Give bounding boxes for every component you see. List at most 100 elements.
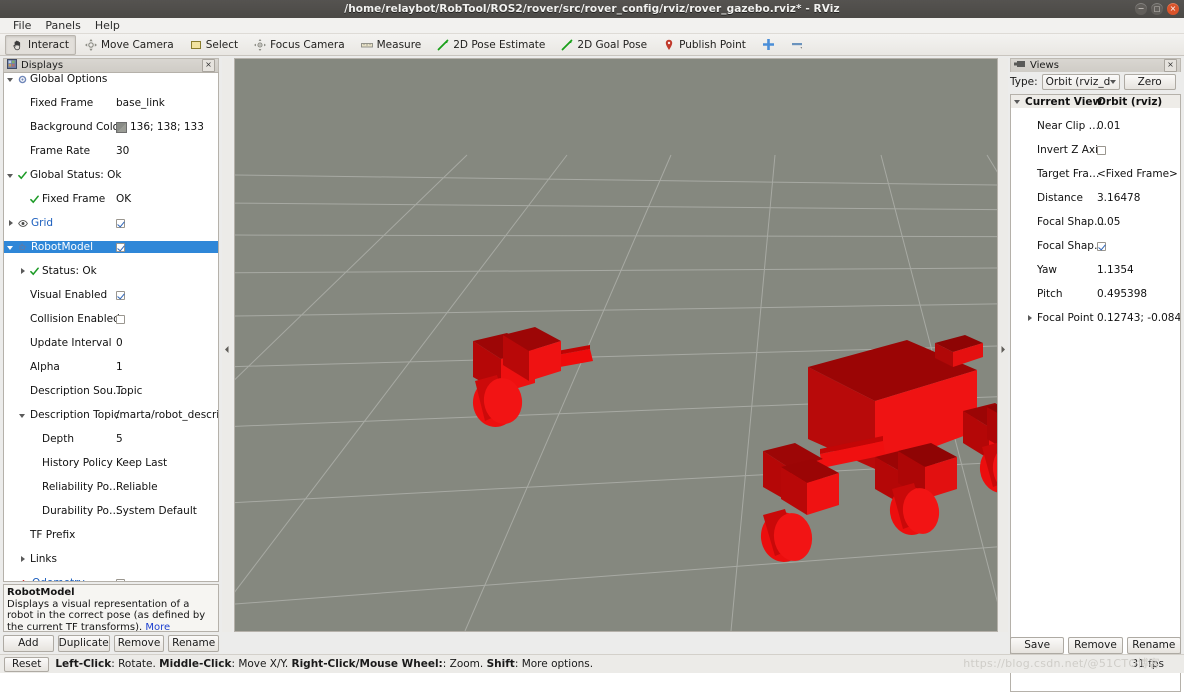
right-splitter-handle[interactable]: [999, 345, 1007, 354]
right-splitter[interactable]: [998, 58, 1008, 632]
views-panel-title: Views: [1030, 60, 1059, 71]
tree-row[interactable]: Distance 3.16478: [1011, 192, 1180, 204]
checkbox[interactable]: [116, 314, 125, 324]
remove-view-button[interactable]: Remove: [1068, 637, 1123, 654]
tree-row-name-cell: Yaw: [1025, 264, 1057, 276]
tool-select[interactable]: Select: [183, 35, 245, 55]
maximize-button[interactable]: □: [1151, 3, 1163, 15]
reset-button[interactable]: Reset: [4, 656, 50, 672]
tree-row[interactable]: Focal Point0.12743; -0.0846…: [1011, 312, 1180, 324]
duplicate-display-button[interactable]: Duplicate: [57, 635, 110, 652]
tree-row[interactable]: Yaw 1.1354: [1011, 264, 1180, 276]
menu-item-file[interactable]: File: [6, 18, 38, 34]
rename-view-button[interactable]: Rename: [1126, 637, 1181, 654]
tool-remove[interactable]: [784, 35, 812, 55]
add-display-button[interactable]: Add: [3, 635, 54, 652]
tool-interact[interactable]: Interact: [5, 34, 76, 55]
twisty-down-icon[interactable]: [6, 75, 15, 84]
checkbox[interactable]: [116, 290, 125, 300]
tree-row[interactable]: Near Clip … 0.01: [1011, 120, 1180, 132]
tree-row[interactable]: Odometry: [4, 577, 218, 582]
close-button[interactable]: ×: [1167, 3, 1179, 15]
tree-row[interactable]: Fixed Frame base_link: [4, 97, 218, 109]
tool-2d-goal-pose[interactable]: 2D Goal Pose: [554, 35, 654, 55]
tree-row[interactable]: Visual Enabled: [4, 289, 218, 301]
tree-row[interactable]: Current View Orbit (rviz): [1011, 95, 1180, 108]
twisty-right-icon[interactable]: [1025, 314, 1034, 323]
displays-tree[interactable]: Global Options Fixed Frame base_link Backgr…: [3, 72, 219, 582]
tree-row-name-cell: Focal Point: [1025, 312, 1094, 324]
twisty-placeholder: [18, 315, 27, 324]
checkbox[interactable]: [1097, 145, 1106, 155]
checkbox[interactable]: [116, 578, 125, 581]
twisty-placeholder: [1025, 194, 1034, 203]
save-view-button[interactable]: Save: [1010, 637, 1065, 654]
tree-row[interactable]: Frame Rate 30: [4, 145, 218, 157]
twisty-down-icon[interactable]: [6, 171, 15, 180]
tree-row[interactable]: History Policy Keep Last: [4, 457, 218, 469]
checkbox[interactable]: [116, 218, 125, 228]
tree-row-label: Current View: [1025, 95, 1103, 108]
color-swatch[interactable]: [116, 121, 127, 133]
tree-row[interactable]: Reliability Po… Reliable: [4, 481, 218, 493]
tree-row[interactable]: Durability Po… System Default: [4, 505, 218, 517]
tree-row[interactable]: Focal Shap… 0.05: [1011, 216, 1180, 228]
render-canvas[interactable]: [235, 59, 997, 631]
tree-row[interactable]: Description Sou… Topic: [4, 385, 218, 397]
zero-button[interactable]: Zero: [1123, 73, 1176, 90]
tree-row[interactable]: Fixed Frame OK: [4, 193, 218, 205]
checkbox[interactable]: [116, 242, 125, 252]
tree-row[interactable]: Global Status: Ok: [4, 169, 218, 181]
remove-display-button[interactable]: Remove: [113, 635, 165, 652]
tool-move-camera[interactable]: Move Camera: [78, 35, 181, 55]
tree-row-name-cell: Fixed Frame: [18, 97, 93, 109]
twisty-right-icon[interactable]: [18, 555, 27, 564]
tree-row[interactable]: Alpha 1: [4, 361, 218, 373]
tool-focus-camera[interactable]: Focus Camera: [247, 35, 352, 55]
twisty-placeholder: [1025, 170, 1034, 179]
views-tree[interactable]: Current View Orbit (rviz) Near Clip … 0.01 I…: [1010, 94, 1181, 692]
tool-add[interactable]: [755, 35, 782, 55]
tree-row[interactable]: Update Interval 0: [4, 337, 218, 349]
tree-row[interactable]: Description Topic/marta/robot_descrip…: [4, 409, 218, 421]
rename-display-button[interactable]: Rename: [168, 635, 219, 652]
tree-row[interactable]: Global Options: [4, 73, 218, 85]
tree-row[interactable]: Status: Ok: [4, 265, 218, 277]
tree-row[interactable]: Background Color 136; 138; 133: [4, 121, 218, 133]
status-hint-part-6: Shift: [486, 658, 515, 670]
tree-row-label: TF Prefix: [30, 529, 76, 541]
tree-row[interactable]: Depth 5: [4, 433, 218, 445]
row-value-text: 3.16478: [1097, 192, 1141, 204]
tool-2d-pose-estimate[interactable]: 2D Pose Estimate: [430, 35, 552, 55]
checkbox[interactable]: [1097, 241, 1106, 251]
tree-row[interactable]: TF Prefix: [4, 529, 218, 541]
minimize-button[interactable]: −: [1135, 3, 1147, 15]
menu-item-help[interactable]: Help: [88, 18, 127, 34]
twisty-down-icon[interactable]: [6, 243, 15, 252]
menu-item-panels[interactable]: Panels: [38, 18, 87, 34]
tree-row[interactable]: RobotModel: [4, 241, 218, 253]
view-type-select[interactable]: Orbit (rviz_defau: [1041, 73, 1120, 90]
twisty-down-icon[interactable]: [18, 411, 27, 420]
twisty-down-icon[interactable]: [1013, 97, 1022, 106]
tree-row[interactable]: Grid: [4, 217, 218, 229]
tool-publish-point[interactable]: Publish Point: [656, 35, 753, 55]
left-splitter[interactable]: [222, 58, 232, 632]
twisty-placeholder: [1025, 122, 1034, 131]
twisty-right-icon[interactable]: [18, 267, 27, 276]
left-splitter-handle[interactable]: [223, 345, 231, 354]
tree-row[interactable]: Pitch 0.495398: [1011, 288, 1180, 300]
status-hint-part-5: : Zoom.: [442, 658, 487, 670]
tool-measure[interactable]: Measure: [354, 35, 429, 55]
render-viewport[interactable]: [234, 58, 998, 632]
twisty-down-icon[interactable]: [6, 579, 15, 582]
views-panel-close-icon[interactable]: ×: [1164, 59, 1177, 72]
twisty-right-icon[interactable]: [6, 219, 15, 228]
tree-row[interactable]: Invert Z Axis: [1011, 144, 1180, 156]
tree-row[interactable]: Collision Enabled: [4, 313, 218, 325]
tree-row[interactable]: Links: [4, 553, 218, 565]
tree-row[interactable]: Focal Shap…: [1011, 240, 1180, 252]
tree-row[interactable]: Target Fra… <Fixed Frame>: [1011, 168, 1180, 180]
displays-panel-close-icon[interactable]: ×: [202, 59, 215, 72]
tool-measure-label: Measure: [376, 38, 422, 51]
